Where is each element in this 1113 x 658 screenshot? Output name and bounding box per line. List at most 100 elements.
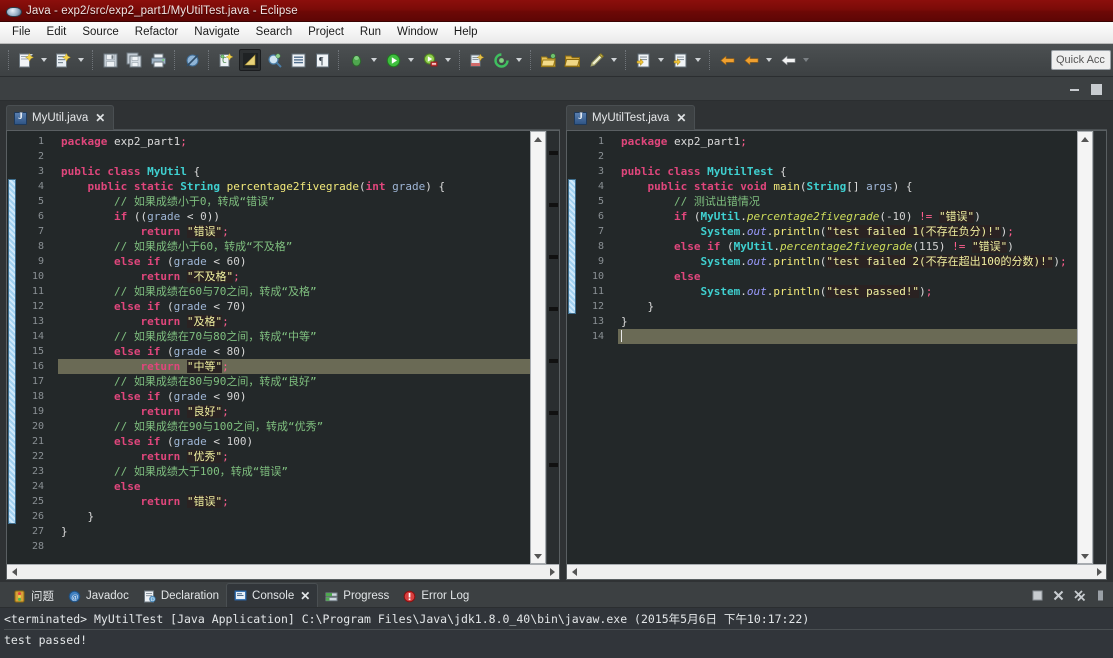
scroll-down-icon[interactable] (531, 549, 545, 563)
print-icon[interactable] (147, 49, 169, 71)
menu-item-project[interactable]: Project (300, 23, 352, 42)
tab-declaration[interactable]: D Declaration (136, 585, 226, 607)
run-icon[interactable] (382, 49, 404, 71)
vertical-scrollbar-right[interactable] (1077, 131, 1093, 564)
open-folder-icon[interactable] (561, 49, 583, 71)
coverage-icon[interactable] (490, 49, 512, 71)
scroll-track[interactable] (531, 146, 545, 549)
code-line[interactable] (618, 329, 1106, 344)
code-line[interactable]: } (618, 299, 1106, 314)
code-line[interactable]: else if (grade < 60) (58, 254, 559, 269)
close-icon[interactable]: ✕ (95, 112, 105, 124)
code-line[interactable]: public class MyUtil { (58, 164, 559, 179)
code-line[interactable] (58, 539, 559, 554)
open-task-icon[interactable] (537, 49, 559, 71)
new-java-ee-icon[interactable] (466, 49, 488, 71)
minimize-view-icon[interactable] (1068, 83, 1081, 96)
menu-item-edit[interactable]: Edit (39, 23, 75, 42)
scroll-right-icon[interactable] (1092, 566, 1106, 579)
tab-myutil-java[interactable]: MyUtil.java ✕ (6, 105, 115, 130)
scroll-left-icon[interactable] (567, 566, 581, 579)
code-line[interactable]: System.out.println("test failed 2(不存在超出1… (618, 254, 1106, 269)
code-line[interactable]: return "错误"; (58, 224, 559, 239)
code-line[interactable]: else if (grade < 100) (58, 434, 559, 449)
new-wizard-dropdown-icon[interactable] (38, 49, 49, 71)
code-line[interactable]: else (58, 479, 559, 494)
edit-icon[interactable] (585, 49, 607, 71)
code-line[interactable] (58, 149, 559, 164)
code-line[interactable]: public static void main(String[] args) { (618, 179, 1106, 194)
code-line[interactable]: else if (grade < 70) (58, 299, 559, 314)
maximize-view-icon[interactable] (1090, 83, 1103, 96)
pilcrow-icon[interactable]: ¶ (311, 49, 333, 71)
close-console-button[interactable] (1049, 586, 1067, 604)
run-dropdown-icon[interactable] (405, 49, 416, 71)
code-line[interactable]: // 如果成绩在80与90之间，转成“良好” (58, 374, 559, 389)
quick-access-input[interactable]: Quick Acc (1051, 50, 1111, 70)
code-line[interactable]: return "不及格"; (58, 269, 559, 284)
menu-item-help[interactable]: Help (446, 23, 486, 42)
new-java-class-icon[interactable] (52, 49, 74, 71)
menu-item-source[interactable]: Source (74, 23, 126, 42)
code-text-left[interactable]: package exp2_part1; public class MyUtil … (58, 131, 559, 564)
next-annotation-dropdown-icon[interactable] (655, 49, 666, 71)
save-icon[interactable] (99, 49, 121, 71)
tab-myutiltest-java[interactable]: MyUtilTest.java ✕ (566, 105, 696, 130)
external-tools-dropdown-icon[interactable] (442, 49, 453, 71)
code-line[interactable]: package exp2_part1; (618, 134, 1106, 149)
forward-arrow-icon[interactable] (777, 49, 799, 71)
back-icon[interactable] (716, 49, 738, 71)
previous-annotation-dropdown-icon[interactable] (692, 49, 703, 71)
new-java-project-icon[interactable]: C (215, 49, 237, 71)
overview-marker[interactable] (549, 359, 558, 363)
scroll-down-icon[interactable] (1078, 549, 1092, 563)
code-line[interactable]: // 如果成绩在60与70之间，转成“及格” (58, 284, 559, 299)
code-line[interactable]: if ((grade < 0)) (58, 209, 559, 224)
menu-item-navigate[interactable]: Navigate (186, 23, 247, 42)
remove-all-terminated-button[interactable] (1070, 586, 1088, 604)
code-line[interactable]: else if (grade < 90) (58, 389, 559, 404)
code-line[interactable]: package exp2_part1; (58, 134, 559, 149)
code-line[interactable]: return "错误"; (58, 494, 559, 509)
next-annotation-icon[interactable] (632, 49, 654, 71)
code-line[interactable]: if (MyUtil.percentage2fivegrade(-10) != … (618, 209, 1106, 224)
horizontal-scrollbar-right[interactable] (567, 564, 1106, 579)
code-line[interactable]: public class MyUtilTest { (618, 164, 1106, 179)
code-line[interactable]: // 如果成绩在90与100之间，转成“优秀” (58, 419, 559, 434)
history-dropdown-icon[interactable] (763, 49, 774, 71)
menu-item-refactor[interactable]: Refactor (127, 23, 186, 42)
scroll-up-icon[interactable] (531, 132, 545, 146)
code-line[interactable]: System.out.println("test passed!"); (618, 284, 1106, 299)
scroll-left-icon[interactable] (7, 566, 21, 579)
code-line[interactable]: return "良好"; (58, 404, 559, 419)
edit-dropdown-icon[interactable] (608, 49, 619, 71)
menu-item-search[interactable]: Search (248, 23, 300, 42)
previous-annotation-icon[interactable] (669, 49, 691, 71)
code-line[interactable]: // 如果成绩小于0，转成“错误” (58, 194, 559, 209)
console-view[interactable]: <terminated> MyUtilTest [Java Applicatio… (0, 608, 1113, 658)
scroll-track[interactable] (1078, 146, 1092, 549)
code-line[interactable]: // 如果成绩小于60，转成“不及格” (58, 239, 559, 254)
overview-marker[interactable] (549, 411, 558, 415)
code-line[interactable]: } (58, 509, 559, 524)
external-tools-icon[interactable] (419, 49, 441, 71)
tab-progress[interactable]: Progress (318, 585, 396, 607)
skip-breakpoints-icon[interactable] (181, 49, 203, 71)
coverage-dropdown-icon[interactable] (513, 49, 524, 71)
code-line[interactable]: else (618, 269, 1106, 284)
folding-ruler-left[interactable] (47, 131, 58, 564)
code-line[interactable]: return "优秀"; (58, 449, 559, 464)
toggle-mark-occurrences-icon[interactable] (239, 49, 261, 71)
new-wizard-icon[interactable] (15, 49, 37, 71)
overview-marker[interactable] (549, 307, 558, 311)
forward-dropdown-icon[interactable] (800, 49, 811, 71)
code-line[interactable]: return "及格"; (58, 314, 559, 329)
tab-problems[interactable]: 问题 (6, 585, 61, 607)
code-line[interactable]: // 测试出错情况 (618, 194, 1106, 209)
code-line[interactable]: // 如果成绩大于100，转成“错误” (58, 464, 559, 479)
horizontal-scrollbar-left[interactable] (7, 564, 559, 579)
code-line[interactable] (618, 149, 1106, 164)
scroll-right-icon[interactable] (545, 566, 559, 579)
console-menu-button[interactable] (1091, 586, 1109, 604)
terminate-button[interactable] (1028, 586, 1046, 604)
